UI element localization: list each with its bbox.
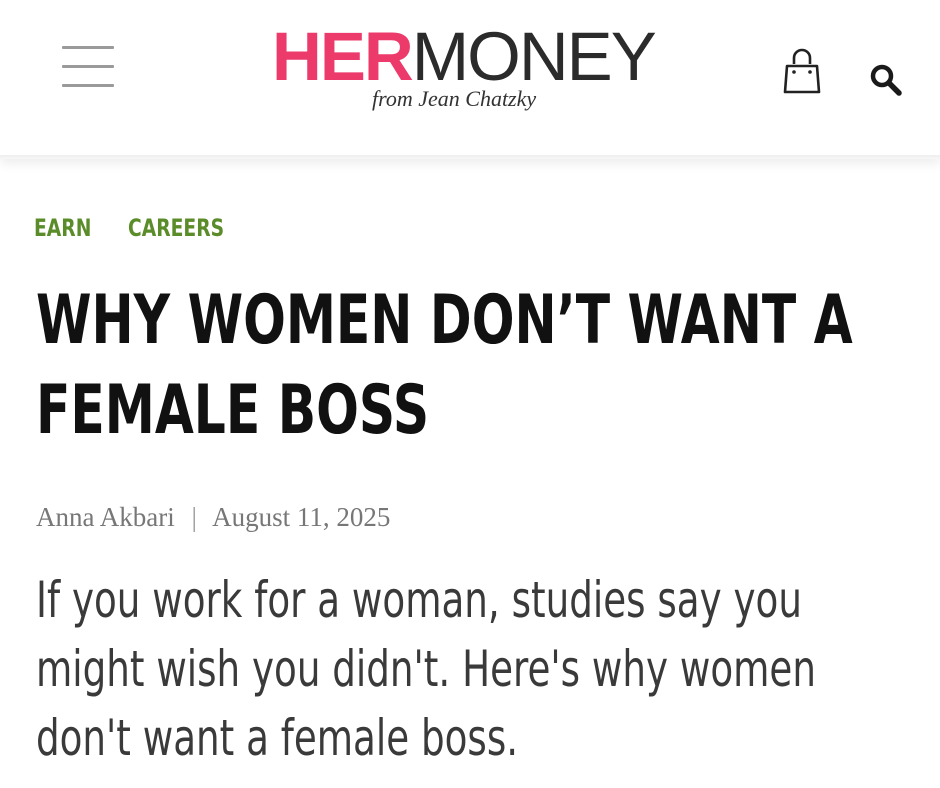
menu-button[interactable]: [60, 44, 116, 90]
hamburger-menu-icon: [62, 46, 114, 49]
header-divider: [0, 155, 940, 159]
logo-her: HER: [272, 18, 414, 95]
article-title: WHY WOMEN DON’T WANT A FEMALE BOSS: [36, 276, 853, 456]
logo-tagline: from Jean Chatzky: [372, 86, 537, 111]
logo-wordmark: HERMONEY: [272, 18, 657, 95]
byline-separator: |: [191, 502, 197, 532]
excerpt-line: might wish you didn't. Here's why women: [36, 640, 816, 698]
article-title-line: FEMALE BOSS: [36, 371, 430, 450]
author-link[interactable]: Anna Akbari: [36, 502, 175, 532]
menu-bar-middle: [62, 65, 114, 68]
shopping-bag-icon: [783, 48, 821, 94]
search-button[interactable]: [868, 62, 904, 98]
shopping-bag-button[interactable]: [782, 46, 822, 96]
menu-bar-bottom: [62, 84, 114, 87]
article-title-line: WHY WOMEN DON’T WANT A: [36, 281, 853, 360]
category-earn-link[interactable]: EARN: [34, 214, 91, 242]
excerpt-line: don't want a female boss.: [36, 709, 519, 767]
article-excerpt: If you work for a woman, studies say you…: [36, 566, 878, 773]
search-icon: [870, 64, 902, 96]
excerpt-line: If you work for a woman, studies say you: [36, 571, 802, 629]
byline: Anna Akbari | August 11, 2025: [36, 502, 390, 533]
logo-money: MONEY: [411, 18, 657, 95]
category-careers-link[interactable]: CAREERS: [128, 214, 224, 242]
publish-date: August 11, 2025: [212, 502, 391, 532]
site-header: HERMONEY from Jean Chatzky: [0, 0, 940, 159]
site-logo[interactable]: HERMONEY from Jean Chatzky: [272, 20, 692, 120]
